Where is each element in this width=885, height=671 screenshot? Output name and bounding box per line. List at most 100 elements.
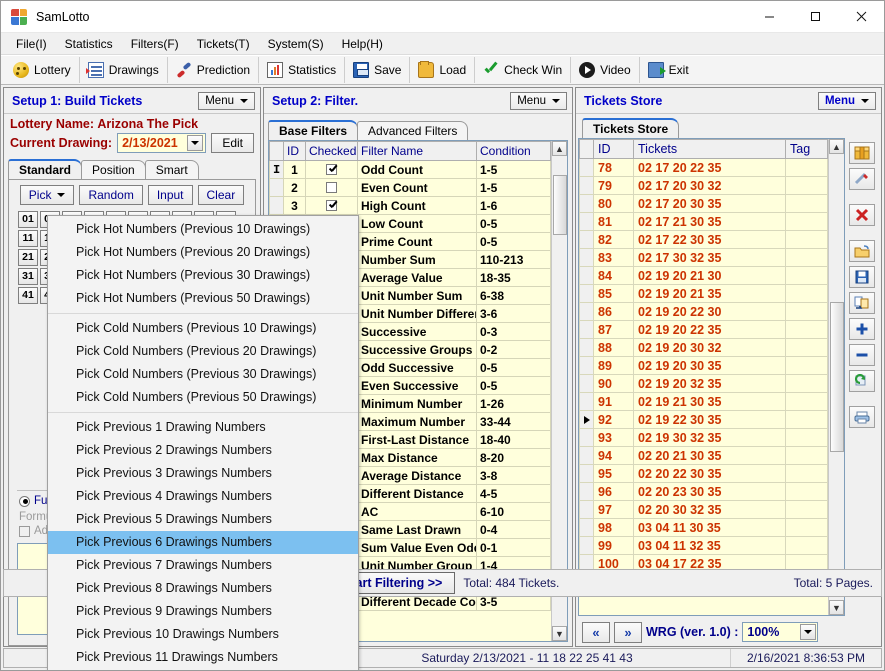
- zoom-level-combo[interactable]: 100%: [742, 622, 819, 642]
- menu-item[interactable]: Pick Previous 9 Drawings Numbers: [48, 600, 358, 623]
- table-row[interactable]: 99 03 04 11 32 35: [579, 536, 828, 555]
- menu-item[interactable]: Pick Previous 2 Drawings Numbers: [48, 439, 358, 462]
- menu-item-tickets[interactable]: Tickets(T): [188, 35, 259, 53]
- delete-red-x-icon[interactable]: [849, 204, 875, 226]
- table-row[interactable]: 93 02 19 30 32 35: [579, 428, 828, 447]
- table-row[interactable]: 80 02 17 20 30 35: [579, 194, 828, 213]
- scroll-up-icon[interactable]: ▲: [829, 139, 844, 154]
- add-plus-icon[interactable]: [849, 318, 875, 340]
- filters-vertical-scrollbar[interactable]: ▲ ▼: [551, 141, 567, 641]
- menu-item-statistics[interactable]: Statistics: [56, 35, 122, 53]
- remove-minus-icon[interactable]: [849, 344, 875, 366]
- refresh-icon[interactable]: [849, 370, 875, 392]
- menu-item[interactable]: Pick Previous 5 Drawings Numbers: [48, 508, 358, 531]
- print-icon[interactable]: [849, 406, 875, 428]
- table-row[interactable]: 92 02 19 22 30 35: [579, 410, 828, 429]
- random-button[interactable]: Random: [79, 185, 143, 205]
- toolbar-checkwin-button[interactable]: Check Win: [475, 57, 572, 83]
- build-tickets-menu-button[interactable]: Menu: [198, 91, 255, 110]
- clear-button[interactable]: Clear: [197, 185, 245, 205]
- table-row[interactable]: 98 03 04 11 30 35: [579, 518, 828, 537]
- table-row[interactable]: I 1 Odd Count 1-5: [269, 160, 551, 179]
- first-page-button[interactable]: «: [582, 621, 610, 643]
- minimize-button[interactable]: [746, 1, 792, 33]
- open-folder-icon[interactable]: [849, 240, 875, 262]
- table-row[interactable]: 97 02 20 30 32 35: [579, 500, 828, 519]
- menu-item[interactable]: Pick Hot Numbers (Previous 30 Drawings): [48, 264, 358, 287]
- menu-item[interactable]: Pick Cold Numbers (Previous 30 Drawings): [48, 363, 358, 386]
- pick-dropdown-menu[interactable]: Pick Hot Numbers (Previous 10 Drawings) P…: [47, 215, 359, 670]
- table-row[interactable]: 84 02 19 20 21 30: [579, 266, 828, 285]
- table-row[interactable]: 81 02 17 21 30 35: [579, 212, 828, 231]
- table-row[interactable]: 89 02 19 20 30 35: [579, 356, 828, 375]
- col-condition[interactable]: Condition: [476, 141, 551, 161]
- menu-item[interactable]: Pick Previous 11 Drawings Numbers: [48, 646, 358, 669]
- menu-item-system[interactable]: System(S): [259, 35, 333, 53]
- table-row[interactable]: 78 02 17 20 22 35: [579, 158, 828, 177]
- input-button[interactable]: Input: [147, 185, 193, 205]
- tab-base-filters[interactable]: Base Filters: [268, 120, 359, 140]
- tab-standard[interactable]: Standard: [8, 159, 83, 179]
- col-id[interactable]: ID: [283, 141, 306, 161]
- chevron-down-icon[interactable]: [800, 624, 817, 640]
- edit-drawing-button[interactable]: Edit: [211, 133, 254, 153]
- filter-checkbox[interactable]: [305, 160, 358, 179]
- col-checked[interactable]: Checked: [305, 141, 358, 161]
- toolbar-video-button[interactable]: Video: [571, 57, 640, 83]
- table-row[interactable]: 96 02 20 23 30 35: [579, 482, 828, 501]
- menu-item[interactable]: Pick Previous 7 Drawings Numbers: [48, 554, 358, 577]
- number-cell[interactable]: 41: [18, 287, 38, 304]
- filter-checkbox[interactable]: [305, 178, 358, 197]
- table-row[interactable]: 86 02 19 20 22 30: [579, 302, 828, 321]
- current-drawing-combo[interactable]: 2/13/2021: [117, 133, 207, 153]
- col-tickets[interactable]: Tickets: [633, 139, 786, 159]
- menu-item[interactable]: Pick Previous 1 Drawing Numbers: [48, 416, 358, 439]
- table-row[interactable]: 82 02 17 22 30 35: [579, 230, 828, 249]
- col-filter-name[interactable]: Filter Name: [357, 141, 477, 161]
- menu-item-help[interactable]: Help(H): [333, 35, 392, 53]
- menu-item[interactable]: Pick Hot Numbers (Previous 10 Drawings): [48, 218, 358, 241]
- toolbar-lottery-button[interactable]: Lottery: [5, 57, 80, 83]
- package-box-icon[interactable]: [849, 142, 875, 164]
- table-row[interactable]: 95 02 20 22 30 35: [579, 464, 828, 483]
- filter-menu-button[interactable]: Menu: [510, 91, 567, 110]
- close-button[interactable]: [838, 1, 884, 33]
- toolbar-load-button[interactable]: Load: [410, 57, 476, 83]
- number-cell[interactable]: 11: [18, 230, 38, 247]
- menu-item[interactable]: Pick Cold Numbers (Previous 50 Drawings): [48, 386, 358, 409]
- toolbar-prediction-button[interactable]: Prediction: [168, 57, 260, 83]
- menu-item[interactable]: Pick Hot Numbers (Previous 50 Drawings): [48, 287, 358, 310]
- table-row[interactable]: 88 02 19 20 30 32: [579, 338, 828, 357]
- toolbar-statistics-button[interactable]: Statistics: [259, 57, 346, 83]
- edit-pencil-icon[interactable]: [849, 168, 875, 190]
- menu-item[interactable]: Pick Cold Numbers (Previous 20 Drawings): [48, 340, 358, 363]
- chevron-down-icon[interactable]: [187, 135, 204, 151]
- menu-item[interactable]: Pick Previous 4 Drawings Numbers: [48, 485, 358, 508]
- toolbar-drawings-button[interactable]: Drawings: [80, 57, 168, 83]
- tab-position[interactable]: Position: [81, 160, 146, 179]
- filter-checkbox[interactable]: [305, 196, 358, 215]
- tab-smart[interactable]: Smart: [144, 160, 199, 179]
- menu-item-file[interactable]: File(I): [7, 35, 56, 53]
- table-row[interactable]: 87 02 19 20 22 35: [579, 320, 828, 339]
- table-row[interactable]: 94 02 20 21 30 35: [579, 446, 828, 465]
- save-floppy-icon[interactable]: [849, 266, 875, 288]
- table-row[interactable]: 83 02 17 30 32 35: [579, 248, 828, 267]
- menu-item[interactable]: Pick Previous 3 Drawings Numbers: [48, 462, 358, 485]
- table-row[interactable]: 79 02 17 20 30 32: [579, 176, 828, 195]
- table-row[interactable]: 90 02 19 20 32 35: [579, 374, 828, 393]
- maximize-button[interactable]: [792, 1, 838, 33]
- number-cell[interactable]: 21: [18, 249, 38, 266]
- tickets-vertical-scrollbar[interactable]: ▲ ▼: [828, 139, 844, 615]
- toolbar-save-button[interactable]: Save: [345, 57, 411, 83]
- scroll-down-icon[interactable]: ▼: [829, 600, 844, 615]
- menu-item-filters[interactable]: Filters(F): [122, 35, 188, 53]
- col-ticket-id[interactable]: ID: [593, 139, 634, 159]
- toolbar-exit-button[interactable]: Exit: [640, 57, 697, 83]
- table-row[interactable]: 2 Even Count 1-5: [269, 178, 551, 197]
- menu-item[interactable]: Pick Cold Numbers (Previous 10 Drawings): [48, 317, 358, 340]
- pick-dropdown-button[interactable]: Pick: [19, 185, 75, 205]
- scroll-down-icon[interactable]: ▼: [552, 626, 567, 641]
- menu-item[interactable]: Pick Previous 6 Drawings Numbers: [48, 531, 358, 554]
- next-page-button[interactable]: »: [614, 621, 642, 643]
